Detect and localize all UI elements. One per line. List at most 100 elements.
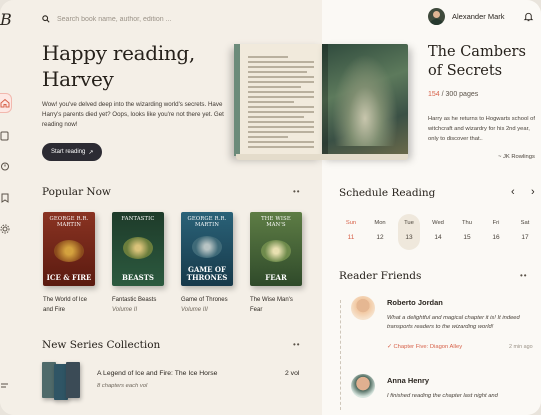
day-name: Sun [345,220,357,226]
series-item[interactable]: A Legend of Ice and Fire: The Ice Horse … [42,360,306,400]
schedule-days: Sun 11 Mon 12 Tue 13 Wed 14 Thu 15 Fri 16 Sat 1… [339,214,535,254]
friend-item[interactable]: Roberto Jordan What a delightful and mag… [351,296,537,366]
menu-icon [1,383,8,388]
timer-icon [1,162,9,171]
book-subtitle: Volume III [181,307,208,313]
book-cover: THE WISE MAN'S FEAR [250,212,302,286]
gear-icon [0,224,10,234]
day-date: 17 [521,234,529,241]
day-date: 13 [405,234,413,241]
book-cover: GEORGE R.R. MARTIN ICE & FIRE [43,212,95,286]
hero-message: Wow! you've delved deep into the wizardi… [42,101,224,128]
day-date: 11 [347,234,355,241]
sidebar-rail: B [0,0,16,415]
series-more-button[interactable]: •• [293,340,301,349]
pages-read: 154 [428,91,440,98]
nav-settings[interactable] [0,221,12,234]
nav-library[interactable] [0,128,12,141]
start-reading-label: Start reading [51,149,86,155]
day-name: Sat [520,220,530,226]
day-name: Thu [462,220,472,226]
day-date: 12 [376,234,384,241]
book-title: Fantastic Beasts [112,297,157,303]
app-window: B Alexander Mark Happy reading, Harvey [0,0,541,415]
user-name: Alexander Mark [452,12,505,21]
day-name: Tue [404,220,414,226]
cover-art [123,237,153,259]
friend-time: 2 min ago [509,344,533,350]
popular-book-3[interactable]: GEORGE R.R. MARTIN GAME OF THRONES Game … [181,212,233,315]
cover-author: FANTASTIC [121,216,155,222]
page-title: Happy reading, Harvey [42,41,195,91]
pages-total: / 300 pages [441,91,479,98]
chapter-label: Chapter Five: Diagon Alley [393,344,463,350]
book-title: The Wise Man's Fear [250,297,293,313]
series-volumes: 2 vol [285,370,300,377]
cover-art [192,236,222,258]
series-title: New Series Collection [42,339,161,351]
avatar [428,8,445,25]
popular-title: Popular Now [42,186,111,198]
friend-chapter-link[interactable]: ✓ Chapter Five: Diagon Alley [387,344,462,350]
friend-message: What a delightful and magical chapter it… [387,315,520,330]
day-thu[interactable]: Thu 15 [456,214,478,250]
book-title: Game of Thrones [181,297,228,303]
day-fri[interactable]: Fri 16 [485,214,507,250]
day-sat[interactable]: Sat 17 [514,214,536,250]
start-reading-button[interactable]: Start reading ↗ [42,143,103,161]
cover-title: FEAR [265,273,287,282]
day-name: Mon [374,220,386,226]
chevron-right-icon[interactable]: › [531,186,535,198]
open-book-illustration [234,42,410,160]
popular-book-1[interactable]: GEORGE R.R. MARTIN ICE & FIRE The World … [43,212,95,315]
current-book-title: The Cambers of Secrets [428,44,526,79]
nav-home[interactable] [0,93,12,113]
home-icon [0,98,10,108]
day-sun[interactable]: Sun 11 [340,214,362,250]
arrow-up-right-icon: ↗ [88,149,94,156]
search-input[interactable] [57,15,257,23]
popular-book-2[interactable]: FANTASTIC BEASTS Fantastic Beasts Volume… [112,212,164,315]
series-cover [66,362,80,398]
app-logo[interactable]: B [0,10,12,29]
book-subtitle: Volume II [112,307,138,313]
day-mon[interactable]: Mon 12 [369,214,391,250]
popular-book-4[interactable]: THE WISE MAN'S FEAR The Wise Man's Fear [250,212,302,315]
day-tue[interactable]: Tue 13 [398,214,420,250]
friends-timeline [340,300,341,410]
cover-author: GEORGE R.R. MARTIN [187,216,227,228]
book-edge [236,154,408,160]
cover-author: THE WISE MAN'S [261,216,291,228]
cover-art [261,240,291,262]
cover-title: GAME OF THRONES [186,265,228,282]
friends-title: Reader Friends [339,270,422,282]
popular-more-button[interactable]: •• [293,187,301,196]
book-left-page [234,44,322,156]
schedule-title: Schedule Reading [339,187,436,199]
search-bar [42,12,272,26]
day-wed[interactable]: Wed 14 [427,214,449,250]
day-name: Wed [432,220,444,226]
avatar [351,296,375,320]
bookmark-icon [1,193,9,203]
friends-more-button[interactable]: •• [520,271,528,280]
series-item-subtitle: 8 chapters each vol [97,383,148,389]
bell-icon[interactable] [523,11,534,22]
friend-message: I finished reading the chapter last nigh… [387,393,498,399]
user-profile[interactable]: Alexander Mark [428,8,505,25]
friend-name: Anna Henry [387,376,430,385]
friend-item[interactable]: Anna Henry I finished reading the chapte… [351,374,537,414]
day-name: Fri [492,220,500,226]
nav-bookmarks[interactable] [0,190,12,203]
book-cover: FANTASTIC BEASTS [112,212,164,286]
series-covers [42,362,88,400]
book-cover: GEORGE R.R. MARTIN GAME OF THRONES [181,212,233,286]
nav-timer[interactable] [0,158,12,171]
book-title: The World of Ice and Fire [43,297,87,313]
cover-art [54,240,84,262]
day-date: 14 [434,234,442,241]
nav-menu[interactable] [0,378,12,390]
cover-title: ICE & FIRE [46,273,92,282]
current-book-author: ~ JK Rowlings [498,154,535,160]
chevron-left-icon[interactable]: ‹ [511,186,515,198]
